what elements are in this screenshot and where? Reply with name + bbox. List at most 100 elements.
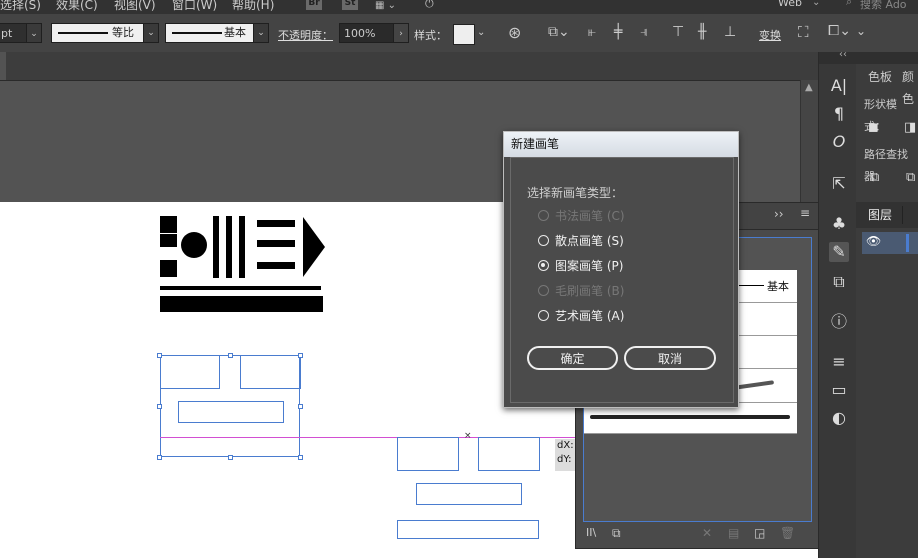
selection-handle[interactable] bbox=[298, 404, 303, 409]
stroke-panel-icon[interactable]: ≡ bbox=[829, 352, 849, 372]
align-horizontal-center-icon[interactable]: ╪ bbox=[614, 24, 622, 40]
art-bar[interactable] bbox=[226, 216, 232, 278]
search-input[interactable]: 搜索 Ado bbox=[860, 0, 907, 12]
art-square[interactable] bbox=[160, 216, 177, 233]
delete-brush-icon[interactable]: 🗑 bbox=[780, 526, 795, 540]
dialog-title-bar[interactable]: 新建画笔 bbox=[504, 132, 738, 157]
menu-help[interactable]: 帮助(H) bbox=[232, 0, 274, 13]
selection-handle[interactable] bbox=[228, 455, 233, 460]
art-square[interactable] bbox=[160, 234, 177, 247]
align-to-icon[interactable]: ⧉⌄ bbox=[548, 24, 570, 40]
panel-menu-icon[interactable]: ⌄ bbox=[856, 24, 866, 38]
divide-icon[interactable]: ⧉ bbox=[870, 170, 879, 185]
radio-art[interactable] bbox=[538, 310, 549, 321]
gradient-panel-icon[interactable]: ▭ bbox=[829, 380, 849, 400]
brush-options-icon[interactable]: ▤ bbox=[728, 526, 739, 540]
outlined-rectangle[interactable] bbox=[160, 355, 220, 389]
radio-calligraphic[interactable] bbox=[538, 210, 549, 221]
option-pattern-label[interactable]: 图案画笔 (P) bbox=[555, 257, 623, 274]
opacity-input[interactable]: 100% › bbox=[339, 23, 409, 43]
isolate-icon[interactable]: ⛶ bbox=[798, 23, 809, 41]
collapse-icon[interactable]: ›› bbox=[774, 207, 784, 221]
chevron-down-icon[interactable]: ⌄ bbox=[477, 27, 485, 38]
art-arrow[interactable] bbox=[303, 217, 325, 277]
menu-window[interactable]: 窗口(W) bbox=[172, 0, 217, 13]
opentype-panel-icon[interactable]: O bbox=[829, 132, 849, 152]
ok-button[interactable]: 确定 bbox=[527, 346, 618, 370]
align-vertical-center-icon[interactable]: ╫ bbox=[698, 24, 706, 40]
art-circle[interactable] bbox=[181, 232, 207, 258]
align-top-icon[interactable]: ⊤ bbox=[672, 24, 684, 40]
chevron-down-icon[interactable]: ⌄ bbox=[812, 0, 820, 8]
stroke-weight-dropdown[interactable]: pt ⌄ bbox=[0, 23, 42, 43]
art-dash[interactable] bbox=[257, 220, 295, 227]
align-bottom-icon[interactable]: ⊥ bbox=[724, 24, 736, 40]
recolor-artwork-icon[interactable]: ⊛ bbox=[508, 23, 521, 42]
symbols-panel-icon[interactable]: ♣ bbox=[829, 214, 849, 234]
selection-handle[interactable] bbox=[298, 353, 303, 358]
dragged-rectangle[interactable] bbox=[397, 520, 539, 539]
selection-handle[interactable] bbox=[298, 455, 303, 460]
radio-scatter[interactable] bbox=[538, 235, 549, 246]
export-icon[interactable]: ⇱ bbox=[829, 174, 849, 194]
radio-pattern[interactable] bbox=[538, 260, 549, 271]
art-bar[interactable] bbox=[213, 216, 219, 278]
outlined-rectangle[interactable] bbox=[178, 401, 284, 423]
menu-select[interactable]: 选择(S) bbox=[0, 0, 41, 13]
libraries-panel-icon[interactable]: ⧉ bbox=[612, 526, 621, 541]
minus-front-icon[interactable]: ◨ bbox=[904, 120, 916, 135]
document-tab[interactable] bbox=[0, 52, 6, 80]
radio-bristle[interactable] bbox=[538, 285, 549, 296]
layer-row[interactable]: 👁 bbox=[862, 232, 918, 254]
transform-link[interactable]: 变换 bbox=[759, 27, 781, 43]
art-dash[interactable] bbox=[257, 262, 295, 269]
brush-definition-dropdown[interactable]: 基本 ⌄ bbox=[165, 23, 269, 43]
graphic-style-swatch[interactable] bbox=[453, 24, 475, 45]
tab-swatches[interactable]: 色板 bbox=[868, 66, 892, 88]
art-square[interactable] bbox=[160, 260, 177, 277]
collapse-icon[interactable]: ‹‹ bbox=[839, 49, 847, 60]
opacity-label[interactable]: 不透明度： bbox=[278, 27, 333, 43]
art-bar[interactable] bbox=[239, 216, 245, 278]
tab-layers[interactable]: 图层 bbox=[868, 204, 892, 226]
dragged-rectangle[interactable] bbox=[416, 483, 522, 505]
new-brush-icon[interactable]: ◲ bbox=[754, 526, 765, 540]
bridge-button[interactable]: Br bbox=[306, 0, 322, 10]
remove-brush-stroke-icon[interactable]: ✕ bbox=[702, 526, 712, 540]
brush-libraries-icon[interactable]: ⅠⅠ\ bbox=[586, 526, 596, 539]
art-thick-bar[interactable] bbox=[160, 296, 323, 312]
art-line[interactable] bbox=[160, 286, 321, 290]
selection-handle[interactable] bbox=[157, 353, 162, 358]
arrange-icon[interactable]: ⧠⌄ bbox=[828, 23, 851, 39]
menu-effect[interactable]: 效果(C) bbox=[56, 0, 98, 13]
selection-handle[interactable] bbox=[228, 353, 233, 358]
outlined-rectangle[interactable] bbox=[240, 355, 301, 389]
visibility-eye-icon[interactable]: 👁 bbox=[866, 234, 881, 248]
menu-view[interactable]: 视图(V) bbox=[114, 0, 156, 13]
variable-width-profile-dropdown[interactable]: 等比 ⌄ bbox=[51, 23, 159, 43]
dragged-rectangle[interactable] bbox=[478, 437, 540, 471]
align-right-icon[interactable]: ⫣ bbox=[640, 24, 648, 40]
cancel-button[interactable]: 取消 bbox=[624, 346, 716, 370]
info-panel-icon[interactable]: ⓘ bbox=[829, 312, 849, 332]
gpu-performance-icon[interactable]: ⏻ bbox=[425, 0, 445, 11]
workspace-switcher[interactable]: Web bbox=[778, 0, 802, 9]
dragged-rectangle[interactable] bbox=[397, 437, 459, 471]
option-scatter-label[interactable]: 散点画笔 (S) bbox=[555, 232, 624, 249]
selection-handle[interactable] bbox=[157, 455, 162, 460]
arrange-documents-icon[interactable]: ▦ ⌄ bbox=[375, 0, 405, 11]
artboards-panel-icon[interactable]: ⧉ bbox=[829, 272, 849, 292]
align-left-icon[interactable]: ⫦ bbox=[588, 24, 596, 40]
selection-handle[interactable] bbox=[157, 404, 162, 409]
tab-color[interactable]: 颜色 bbox=[902, 66, 918, 106]
brushes-panel-icon[interactable]: ✎ bbox=[829, 242, 849, 262]
character-panel-icon[interactable]: A| bbox=[829, 76, 849, 96]
option-art-label[interactable]: 艺术画笔 (A) bbox=[555, 307, 624, 324]
trim-icon[interactable]: ⧉ bbox=[906, 170, 915, 185]
scroll-up-icon[interactable]: ▲ bbox=[805, 82, 813, 93]
stock-button[interactable]: St bbox=[342, 0, 358, 10]
unite-icon[interactable]: ◼ bbox=[868, 120, 879, 135]
panel-menu-icon[interactable]: ≡ bbox=[800, 206, 810, 220]
paragraph-panel-icon[interactable]: ¶ bbox=[829, 104, 849, 124]
art-dash[interactable] bbox=[257, 240, 295, 247]
